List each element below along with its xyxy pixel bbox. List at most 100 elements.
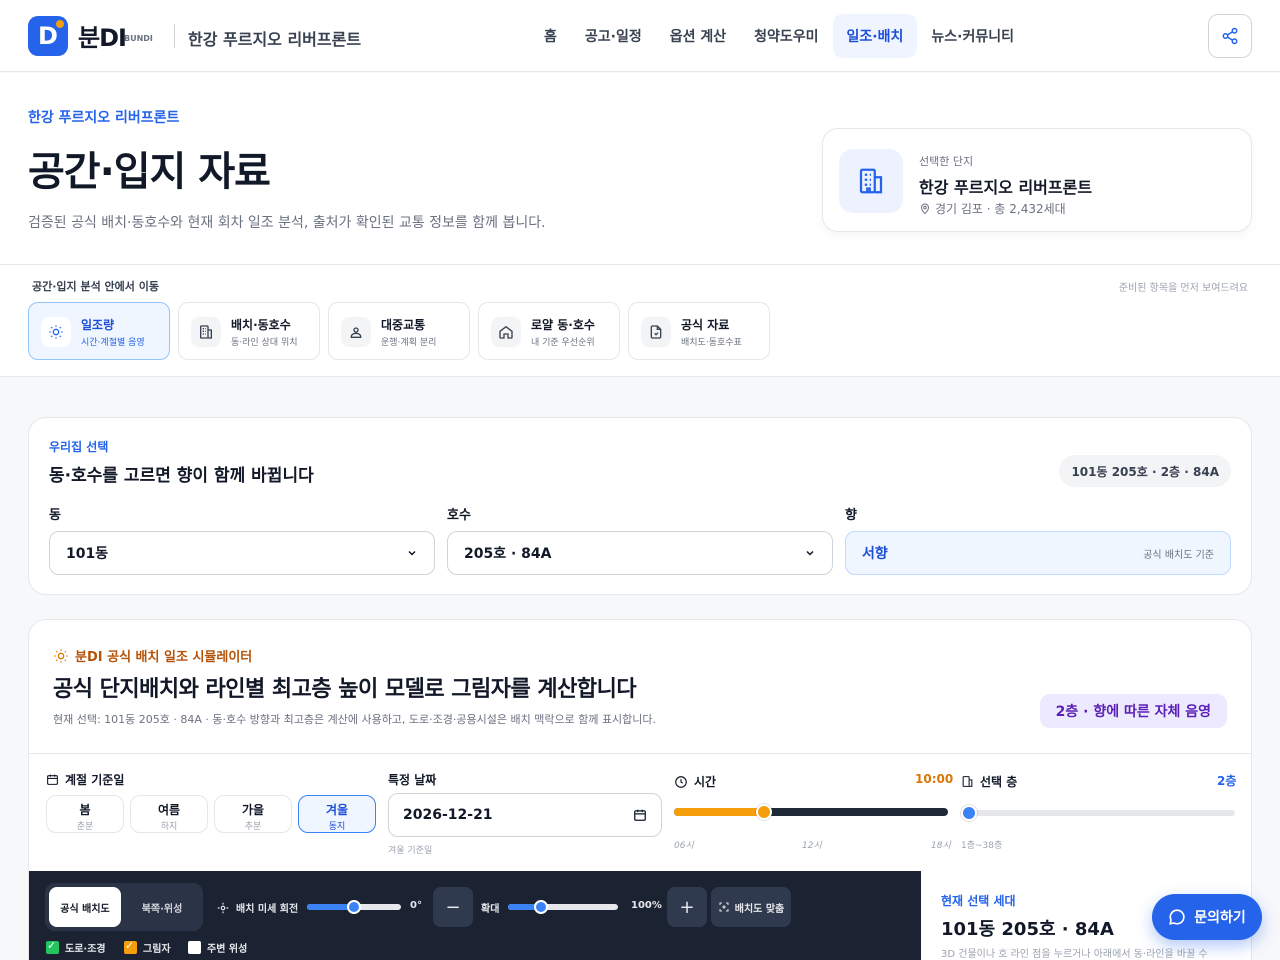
rotate-slider[interactable]: [307, 900, 401, 914]
zoom-label: 확대: [481, 904, 500, 915]
season-autumn[interactable]: 가을 추분: [214, 795, 292, 833]
chevron-down-icon: [806, 550, 814, 556]
fit-layout-label: 배치도 맞춤: [734, 903, 785, 915]
zoom-value: 100%: [631, 900, 662, 911]
rotate-value: 0°: [410, 900, 422, 911]
time-tick-18: 18시: [931, 841, 951, 851]
season-label: 계절 기준일: [46, 771, 124, 788]
date-input-value: 2026-12-21: [403, 807, 493, 823]
ho-label: 호수: [447, 508, 471, 523]
direction-display: 서향 공식 배치도 기준: [845, 531, 1231, 575]
brand-logo[interactable]: D: [28, 16, 68, 56]
time-slider-thumb[interactable]: [756, 804, 773, 820]
time-tick-12: 12시: [802, 841, 822, 851]
subnav-sunlight-title: 일조량: [81, 318, 115, 332]
selected-complex-meta: 경기 김포 · 총 2,432세대: [919, 200, 1066, 217]
checkbox-checked-icon[interactable]: [124, 939, 137, 954]
sim-divider: [29, 753, 1251, 754]
subnav-sunlight[interactable]: 일조량 시간·계절별 음영: [28, 302, 170, 360]
zoom-slider-thumb[interactable]: [534, 900, 548, 914]
tab-official-layout[interactable]: 공식 배치도: [49, 887, 121, 927]
season-winter[interactable]: 겨울동지: [298, 795, 376, 833]
chevron-down-icon: [408, 550, 416, 556]
nav-helper[interactable]: 청약도우미: [740, 14, 832, 58]
subnav-royal-title: 로얄 동·호수: [531, 318, 595, 332]
nav-sunlight[interactable]: 일조·배치: [832, 14, 918, 58]
nav-home[interactable]: 홈: [530, 14, 571, 58]
map-pin-icon: [920, 203, 930, 214]
direction-note: 공식 배치도 기준: [1143, 549, 1214, 561]
subnav-layout-title: 배치·동호수: [231, 318, 291, 332]
layer-shadow-label: 그림자: [143, 944, 171, 955]
time-slider[interactable]: [674, 804, 948, 820]
direction-value: 서향: [862, 546, 888, 562]
tab-satellite[interactable]: 북쪽·위성: [125, 887, 199, 927]
brand-logo-letter: D: [38, 22, 58, 50]
season-autumn-name: 가을: [241, 803, 265, 817]
document-icon: [641, 317, 671, 347]
layer-shadow[interactable]: 그림자: [124, 939, 171, 955]
top-header: D 분DI BUNDI 한강 푸르지오 리버프론트 홈 공고·일정 옵션 계산 …: [0, 0, 1280, 72]
share-button[interactable]: [1208, 14, 1252, 58]
brand-name: 분DI: [78, 24, 127, 52]
layer-road[interactable]: 도로·조경: [46, 939, 106, 955]
season-winter-sub: 동지: [328, 822, 346, 832]
subnav-layout[interactable]: 배치·동호수 동·라인 상대 위치: [178, 302, 320, 360]
checkbox-checked-icon[interactable]: [46, 939, 59, 954]
subnav-title: 공간·입지 분석 안에서 이동: [32, 280, 159, 293]
time-slider-fill: [674, 808, 765, 816]
date-hint: 겨울 기준일: [388, 846, 433, 856]
shade-badge: 2층 · 향에 따른 자체 음영: [1039, 694, 1227, 728]
nav-notice[interactable]: 공고·일정: [571, 14, 656, 58]
subnav-docs[interactable]: 공식 자료 배치도·동호수표: [628, 302, 770, 360]
hero-section: 한강 푸르지오 리버프론트 공간·입지 자료 검증된 공식 배치·동호수와 현재…: [0, 73, 1280, 265]
selected-complex-card: 선택한 단지 한강 푸르지오 리버프론트 경기 김포 · 총 2,432세대: [822, 128, 1252, 232]
date-input[interactable]: 2026-12-21: [388, 793, 662, 837]
fit-layout-button[interactable]: 배치도 맞춤: [711, 887, 791, 927]
clock-icon: [675, 775, 687, 788]
nav-news[interactable]: 뉴스·커뮤니티: [917, 14, 1028, 58]
map-viewer: 공식 배치도 북쪽·위성 배치 미세 회전 0° − 확대 100% + 배치도…: [29, 871, 921, 960]
current-unit-desc: 3D 건물이나 호 라인 점을 누르거나 아래에서 동·라인을 바꿀 수: [941, 949, 1208, 960]
layer-satellite[interactable]: 주변 위성: [188, 940, 247, 955]
direction-label: 향: [845, 508, 857, 523]
season-summer[interactable]: 여름 하지: [130, 795, 208, 833]
date-label: 특정 날짜: [388, 773, 437, 787]
nav-options[interactable]: 옵션 계산: [656, 14, 740, 58]
season-spring-sub: 춘분: [76, 822, 94, 832]
building-icon: [191, 317, 221, 347]
dong-select[interactable]: 101동: [49, 531, 435, 575]
sim-eyebrow-text: 분DI 공식 배치 일조 시뮬레이터: [75, 650, 253, 665]
zoom-out-button[interactable]: −: [433, 887, 473, 927]
season-summer-name: 여름: [157, 803, 181, 817]
subnav-transit[interactable]: 대중교통 운행·계획 분리: [328, 302, 470, 360]
floor-value: 2층: [1217, 774, 1237, 788]
zoom-slider[interactable]: [508, 900, 618, 914]
unit-summary-badge: 101동 205호 · 2층 · 84A: [1059, 455, 1231, 487]
time-tick-6: 06시: [674, 841, 694, 851]
layer-road-label: 도로·조경: [65, 944, 106, 955]
ho-select[interactable]: 205호 · 84A: [447, 531, 833, 575]
subnav-docs-sub: 배치도·동호수표: [681, 338, 742, 348]
subnav-transit-sub: 운행·계획 분리: [381, 338, 437, 348]
calendar-icon: [634, 809, 646, 821]
floor-slider[interactable]: [961, 805, 1235, 821]
rotate-slider-thumb[interactable]: [347, 900, 361, 914]
season-winter-name: 겨울: [325, 803, 349, 817]
subnav-royal[interactable]: 로얄 동·호수 내 기준 우선순위: [478, 302, 620, 360]
season-spring[interactable]: 봄 춘분: [46, 795, 124, 833]
sun-icon: [54, 648, 68, 663]
floor-slider-thumb[interactable]: [961, 805, 978, 821]
zoom-in-button[interactable]: +: [667, 887, 707, 927]
subnav-royal-sub: 내 기준 우선순위: [531, 338, 595, 348]
hero-description: 검증된 공식 배치·동호수와 현재 회차 일조 분석, 출처가 확인된 교통 정…: [28, 215, 546, 231]
home-icon: [491, 317, 521, 347]
dong-label: 동: [49, 508, 61, 523]
inquiry-label: 문의하기: [1194, 910, 1246, 926]
share-icon: [1222, 27, 1238, 45]
checkbox-unchecked-icon[interactable]: [188, 941, 201, 954]
inquiry-button[interactable]: 문의하기: [1152, 894, 1262, 940]
fit-icon: [719, 902, 729, 912]
selected-complex-name: 한강 푸르지오 리버프론트: [919, 178, 1093, 197]
subnav-transit-title: 대중교통: [381, 318, 426, 332]
